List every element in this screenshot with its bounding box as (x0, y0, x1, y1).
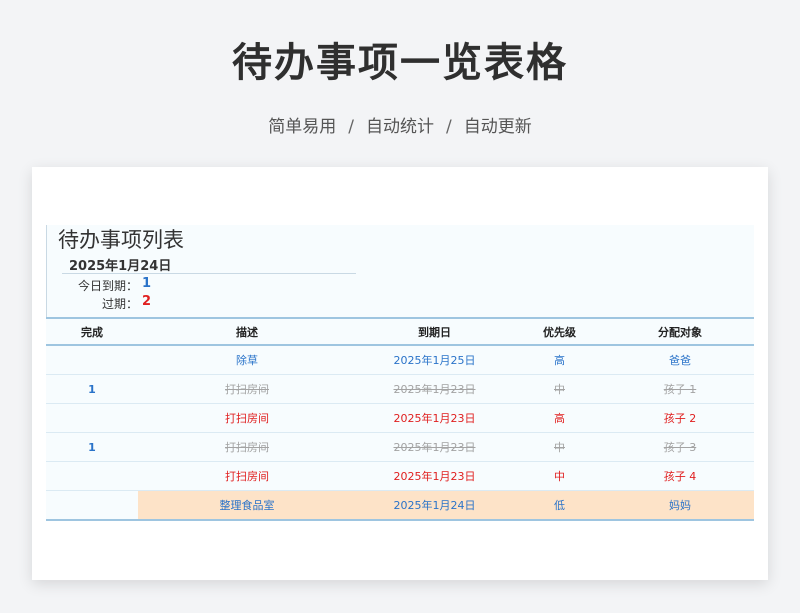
cell-priority[interactable]: 高 (513, 345, 606, 375)
header-assignee[interactable]: 分配对象 (606, 318, 754, 345)
cell-priority[interactable]: 高 (513, 403, 606, 433)
cell-description[interactable]: 打扫房间 (138, 374, 356, 404)
cell-assignee[interactable]: 爸爸 (606, 345, 754, 375)
cell-due-date[interactable]: 2025年1月23日 (356, 374, 513, 404)
subtitle-separator: / (348, 117, 354, 137)
cell-assignee[interactable]: 孩子 1 (606, 374, 754, 404)
table-row: 打扫房间 2025年1月23日 高 孩子 2 (46, 403, 754, 433)
cell-assignee[interactable]: 孩子 3 (606, 432, 754, 462)
cell-priority[interactable]: 低 (513, 490, 606, 521)
header-done[interactable]: 完成 (46, 318, 138, 345)
tasks-table: 完成 描述 到期日 优先级 分配对象 除草 2025年1月25日 高 爸爸 1 … (46, 317, 754, 521)
cell-description[interactable]: 打扫房间 (138, 403, 356, 433)
sheet-title: 待办事项列表 (58, 228, 184, 252)
cell-priority[interactable]: 中 (513, 374, 606, 404)
table-row: 整理食品室 2025年1月24日 低 妈妈 (46, 490, 754, 521)
cell-priority[interactable]: 中 (513, 432, 606, 462)
overdue-label: 过期： (101, 297, 138, 311)
cell-done[interactable]: 1 (46, 374, 138, 404)
subtitle-separator: / (446, 117, 452, 137)
date-underline (62, 273, 356, 274)
subtitle-item: 自动更新 (463, 117, 532, 137)
table-row: 打扫房间 2025年1月23日 中 孩子 4 (46, 461, 754, 491)
cell-assignee[interactable]: 孩子 2 (606, 403, 754, 433)
page-subtitle: 简单易用 / 自动统计 / 自动更新 (0, 112, 800, 137)
overdue-value: 2 (142, 294, 152, 309)
cell-done[interactable] (46, 461, 138, 491)
table-header-row: 完成 描述 到期日 优先级 分配对象 (46, 318, 754, 345)
table-row: 1 打扫房间 2025年1月23日 中 孩子 1 (46, 374, 754, 404)
subtitle-item: 自动统计 (366, 117, 434, 137)
due-today-label: 今日到期： (77, 279, 138, 293)
subtitle-item: 简单易用 (268, 117, 337, 137)
page-title: 待办事项一览表格 (232, 40, 568, 86)
cell-description[interactable]: 打扫房间 (138, 461, 356, 491)
cell-done[interactable] (46, 345, 138, 375)
cell-due-date[interactable]: 2025年1月23日 (356, 432, 513, 462)
cell-done[interactable] (46, 490, 138, 521)
cell-assignee[interactable]: 孩子 4 (606, 461, 754, 491)
header-description[interactable]: 描述 (138, 318, 356, 345)
spreadsheet-card: 待办事项列表 2025年1月24日 今日到期： 1 过期： 2 完成 描述 到期… (32, 167, 768, 580)
cell-description[interactable]: 整理食品室 (138, 490, 356, 521)
cell-description[interactable]: 打扫房间 (138, 432, 356, 462)
cell-assignee[interactable]: 妈妈 (606, 490, 754, 521)
cell-done[interactable]: 1 (46, 432, 138, 462)
table-row: 1 打扫房间 2025年1月23日 中 孩子 3 (46, 432, 754, 462)
cell-description[interactable]: 除草 (138, 345, 356, 375)
cell-priority[interactable]: 中 (513, 461, 606, 491)
cell-due-date[interactable]: 2025年1月24日 (356, 490, 513, 521)
header-due-date[interactable]: 到期日 (356, 318, 513, 345)
cell-due-date[interactable]: 2025年1月23日 (356, 403, 513, 433)
table-row: 除草 2025年1月25日 高 爸爸 (46, 345, 754, 375)
due-today-value: 1 (142, 276, 152, 291)
cell-due-date[interactable]: 2025年1月25日 (356, 345, 513, 375)
cell-done[interactable] (46, 403, 138, 433)
sheet-date: 2025年1月24日 (69, 259, 172, 274)
header-priority[interactable]: 优先级 (513, 318, 606, 345)
cell-due-date[interactable]: 2025年1月23日 (356, 461, 513, 491)
